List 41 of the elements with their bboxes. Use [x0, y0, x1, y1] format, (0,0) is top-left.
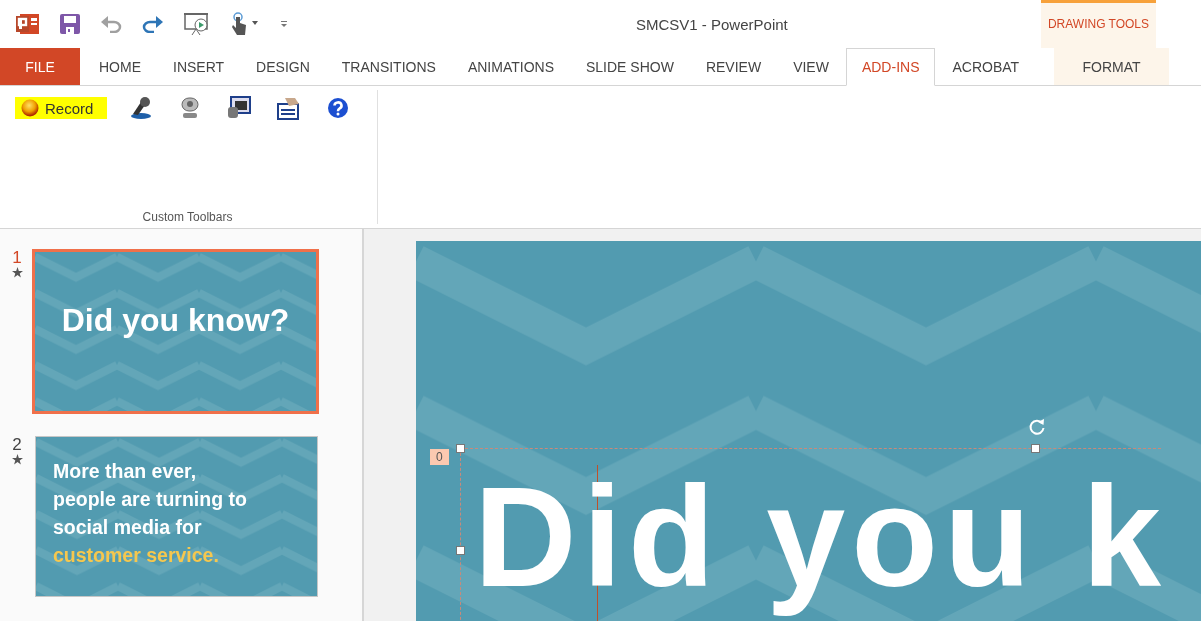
- touch-hand-icon[interactable]: [230, 12, 260, 36]
- undo-icon[interactable]: [100, 15, 122, 33]
- ribbon-tab[interactable]: ACROBAT: [937, 48, 1035, 85]
- ribbon-tab[interactable]: SLIDE SHOW: [571, 48, 689, 85]
- window-title: SMCSV1 - PowerPoint: [636, 15, 788, 33]
- slide-text: social media for: [53, 515, 203, 540]
- star-icon: [11, 454, 23, 465]
- ribbon-tab[interactable]: ADD-INS: [845, 48, 936, 86]
- slide-number: 2: [12, 436, 22, 454]
- ribbon-tab[interactable]: DESIGN: [241, 48, 325, 85]
- app-logo-icon[interactable]: [16, 13, 40, 35]
- ribbon-tab[interactable]: INSERT: [158, 48, 240, 85]
- slide-text: people are turning to: [53, 487, 247, 512]
- record-button[interactable]: Record: [15, 97, 108, 119]
- ribbon-tab[interactable]: FORMAT: [1054, 48, 1170, 85]
- ribbon-tab[interactable]: HOME: [84, 48, 156, 85]
- ribbon-tab[interactable]: REVIEW: [690, 48, 777, 85]
- rotate-icon[interactable]: [1028, 418, 1046, 436]
- ribbon-tab[interactable]: TRANSITIONS: [326, 48, 451, 85]
- contextual-tab-header: DRAWING TOOLS: [1041, 0, 1156, 48]
- placeholder-tag: 0: [430, 449, 449, 465]
- webcam-icon[interactable]: [179, 96, 202, 120]
- redo-icon[interactable]: [142, 15, 164, 33]
- ribbon-tab[interactable]: VIEW: [778, 48, 844, 85]
- save-icon[interactable]: [60, 14, 80, 34]
- presentation-play-icon[interactable]: [184, 12, 210, 36]
- record-icon: [21, 99, 39, 117]
- resize-handle[interactable]: [1031, 444, 1040, 453]
- help-icon[interactable]: [327, 97, 350, 119]
- customize-dropdown-icon[interactable]: [280, 20, 288, 28]
- slide-text: More than ever,: [53, 459, 198, 484]
- slide-number: 1: [12, 249, 22, 267]
- file-tab[interactable]: FILE: [0, 48, 80, 85]
- slide-title: Did you know?: [60, 302, 291, 339]
- star-icon: [11, 267, 23, 278]
- webcam-window-icon[interactable]: [227, 96, 252, 120]
- ribbon-tab[interactable]: ANIMATIONS: [452, 48, 569, 85]
- resize-handle[interactable]: [456, 444, 465, 453]
- resize-handle[interactable]: [456, 546, 465, 555]
- group-label: Custom Toolbars: [141, 210, 234, 224]
- slide-text: customer service.: [53, 543, 220, 568]
